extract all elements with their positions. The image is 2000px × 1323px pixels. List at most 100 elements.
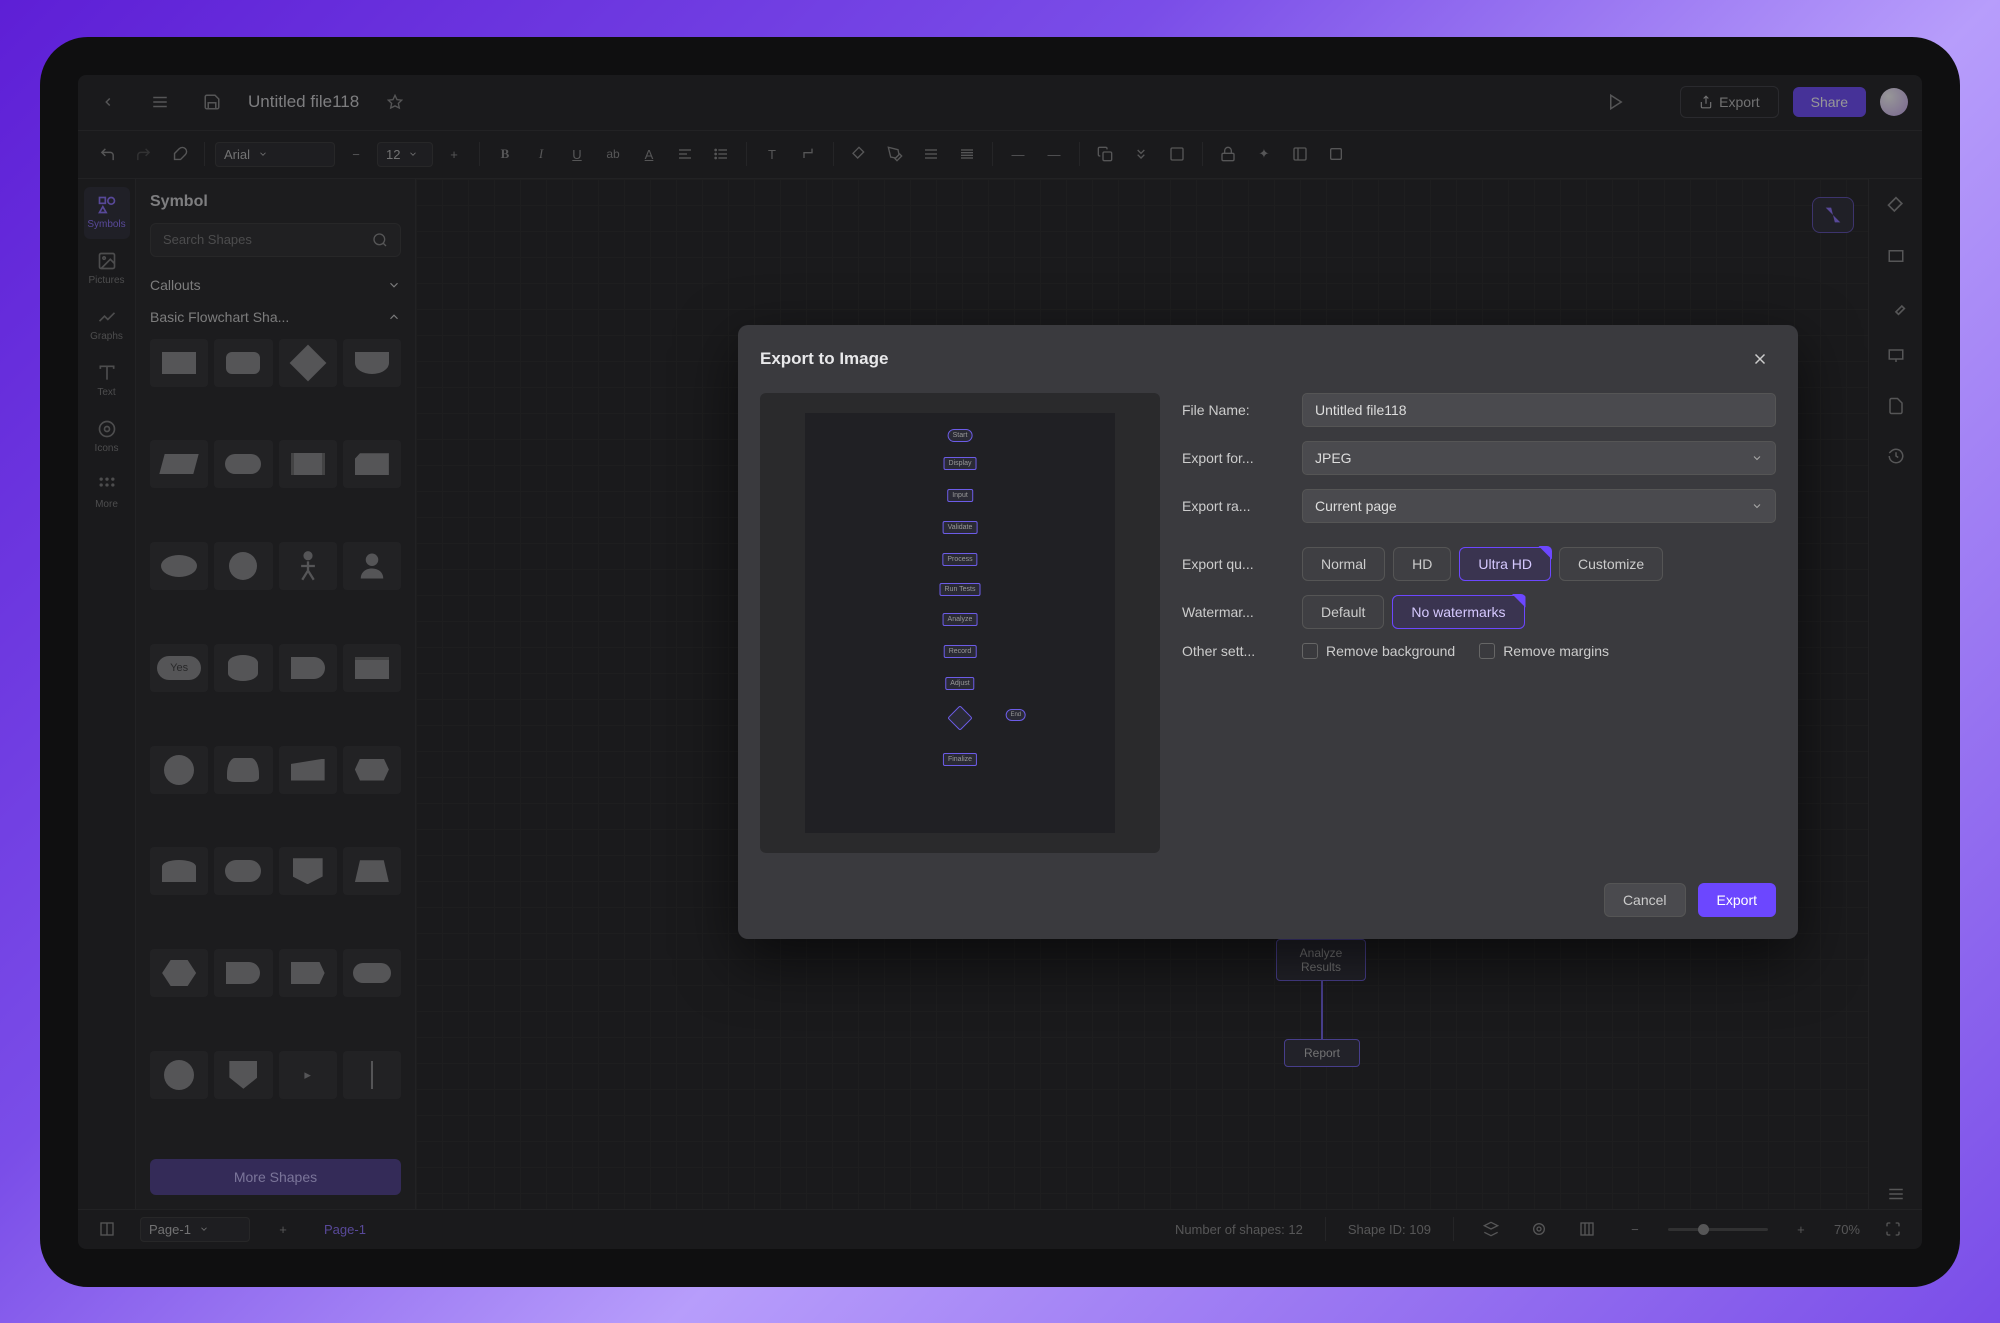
page-icon[interactable] <box>1321 139 1351 169</box>
shape-internal[interactable] <box>343 644 401 692</box>
ai-badge[interactable] <box>1812 197 1854 233</box>
rail-more[interactable]: More <box>84 467 130 519</box>
connector-icon[interactable] <box>793 139 823 169</box>
distribute-icon[interactable] <box>952 139 982 169</box>
page-select[interactable]: Page-1 <box>140 1217 250 1242</box>
shape-loop[interactable] <box>343 746 401 794</box>
lock-icon[interactable] <box>1213 139 1243 169</box>
spark-icon[interactable]: ✦ <box>1249 139 1279 169</box>
shape-parallelogram[interactable] <box>150 440 208 488</box>
dec-size-icon[interactable]: − <box>341 139 371 169</box>
shape-circle2[interactable] <box>150 746 208 794</box>
shape-user[interactable] <box>343 542 401 590</box>
shape-process[interactable] <box>279 440 337 488</box>
inc-size-icon[interactable]: + <box>439 139 469 169</box>
align-icon[interactable] <box>670 139 700 169</box>
shape-cylinder[interactable] <box>214 644 272 692</box>
shape-roundrect[interactable] <box>214 339 272 387</box>
cancel-button[interactable]: Cancel <box>1604 883 1686 917</box>
section-callouts[interactable]: Callouts <box>150 269 401 301</box>
shape-manual[interactable] <box>279 746 337 794</box>
shape-circle[interactable] <box>214 542 272 590</box>
quality-normal[interactable]: Normal <box>1302 547 1385 581</box>
shape-wave[interactable] <box>343 339 401 387</box>
history-icon[interactable] <box>1881 441 1911 471</box>
shape-cylinder2[interactable] <box>214 746 272 794</box>
shape-stadium[interactable] <box>343 949 401 997</box>
rail-icons[interactable]: Icons <box>84 411 130 463</box>
shape-offpage[interactable] <box>279 847 337 895</box>
copy-icon[interactable] <box>1090 139 1120 169</box>
flow-node-report[interactable]: Report <box>1284 1039 1360 1067</box>
rect-tool-icon[interactable] <box>1881 241 1911 271</box>
select-format[interactable]: JPEG <box>1302 441 1776 475</box>
export-confirm-button[interactable]: Export <box>1698 883 1776 917</box>
rail-pictures[interactable]: Pictures <box>84 243 130 295</box>
quality-ultra[interactable]: Ultra HD <box>1459 547 1551 581</box>
zoom-out-icon[interactable]: − <box>1620 1214 1650 1244</box>
map-icon[interactable] <box>1572 1214 1602 1244</box>
zoom-in-icon[interactable]: + <box>1786 1214 1816 1244</box>
present-icon[interactable] <box>1881 341 1911 371</box>
shape-rect[interactable] <box>150 339 208 387</box>
add-page-icon[interactable]: + <box>268 1214 298 1244</box>
save-icon[interactable] <box>196 86 228 118</box>
flow-node-analyze[interactable]: Analyze Results <box>1276 939 1366 981</box>
shape-circle3[interactable] <box>150 1051 208 1099</box>
quality-customize[interactable]: Customize <box>1559 547 1663 581</box>
back-button[interactable] <box>92 86 124 118</box>
fullscreen-icon[interactable] <box>1878 1214 1908 1244</box>
shape-diamond[interactable] <box>279 339 337 387</box>
pen-tool-icon[interactable] <box>1881 291 1911 321</box>
watermark-none[interactable]: No watermarks <box>1392 595 1524 629</box>
zoom-slider[interactable] <box>1668 1228 1768 1231</box>
group-icon[interactable] <box>1162 139 1192 169</box>
shape-hex[interactable] <box>150 949 208 997</box>
check-remove-bg[interactable]: Remove background <box>1302 643 1455 659</box>
fill-tool-icon[interactable] <box>1881 191 1911 221</box>
shape-ellipse[interactable] <box>150 542 208 590</box>
size-select[interactable]: 12 <box>377 142 433 167</box>
select-range[interactable]: Current page <box>1302 489 1776 523</box>
shape-line[interactable] <box>343 1051 401 1099</box>
shape-display[interactable] <box>279 644 337 692</box>
shape-card[interactable] <box>343 440 401 488</box>
menu-button[interactable] <box>144 86 176 118</box>
focus-icon[interactable] <box>1524 1214 1554 1244</box>
watermark-default[interactable]: Default <box>1302 595 1384 629</box>
shape-tape[interactable] <box>150 847 208 895</box>
shape-tag[interactable] <box>279 949 337 997</box>
shape-trap[interactable] <box>343 847 401 895</box>
rail-graphs[interactable]: Graphs <box>84 299 130 351</box>
layers-icon[interactable] <box>1476 1214 1506 1244</box>
more-shapes-button[interactable]: More Shapes <box>150 1159 401 1195</box>
share-button[interactable]: Share <box>1793 87 1866 117</box>
file-icon[interactable] <box>1881 391 1911 421</box>
shape-yes[interactable]: Yes <box>150 644 208 692</box>
list-icon[interactable] <box>706 139 736 169</box>
shape-actor[interactable] <box>279 542 337 590</box>
rail-text[interactable]: Text <box>84 355 130 407</box>
section-basic-flow[interactable]: Basic Flowchart Sha... <box>150 301 401 333</box>
text-tool-icon[interactable]: T <box>757 139 787 169</box>
arrange-icon[interactable] <box>1126 139 1156 169</box>
shape-play[interactable]: ▸ <box>279 1051 337 1099</box>
check-remove-margins[interactable]: Remove margins <box>1479 643 1609 659</box>
undo-icon[interactable] <box>92 139 122 169</box>
close-icon[interactable] <box>1744 343 1776 375</box>
layer-icon[interactable] <box>1285 139 1315 169</box>
play-icon[interactable] <box>1600 86 1632 118</box>
line-color-icon[interactable] <box>880 139 910 169</box>
star-icon[interactable] <box>379 86 411 118</box>
page-tab[interactable]: Page-1 <box>316 1222 374 1237</box>
input-filename[interactable]: Untitled file118 <box>1302 393 1776 427</box>
format-painter-icon[interactable] <box>164 139 194 169</box>
align2-icon[interactable] <box>916 139 946 169</box>
export-button[interactable]: Export <box>1680 86 1778 118</box>
rail-symbols[interactable]: Symbols <box>84 187 130 239</box>
shape-pill2[interactable] <box>214 847 272 895</box>
italic-icon[interactable]: I <box>526 139 556 169</box>
settings-icon[interactable] <box>1881 1179 1911 1209</box>
quality-hd[interactable]: HD <box>1393 547 1451 581</box>
shape-delay[interactable] <box>214 949 272 997</box>
